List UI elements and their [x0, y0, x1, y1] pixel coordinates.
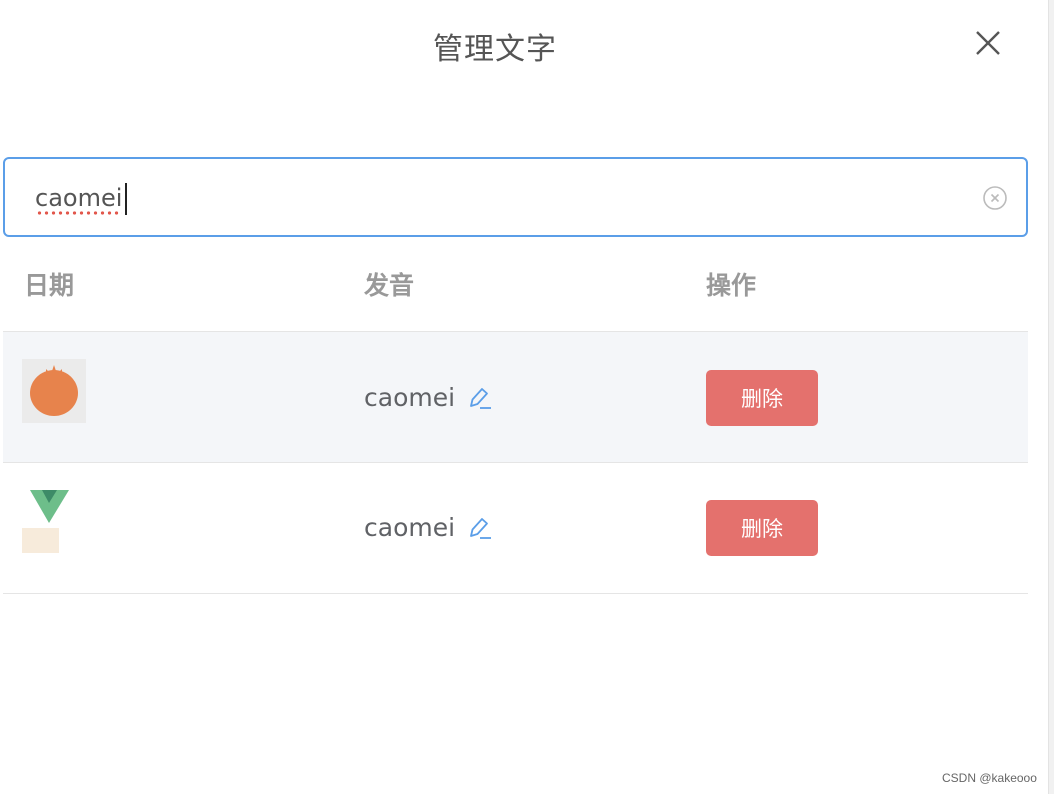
- delete-button[interactable]: 删除: [706, 500, 818, 556]
- close-icon[interactable]: [972, 27, 1004, 59]
- column-header-date: 日期: [24, 271, 75, 300]
- search-input[interactable]: [35, 179, 935, 217]
- window-scrollbar-edge: [1048, 0, 1054, 794]
- text-caret: [125, 183, 127, 215]
- spellcheck-underline: [36, 211, 122, 215]
- search-field[interactable]: [3, 157, 1028, 237]
- delete-button[interactable]: 删除: [706, 370, 818, 426]
- watermark-text: CSDN @kakeooo: [942, 771, 1037, 785]
- clear-icon[interactable]: [982, 185, 1008, 211]
- edit-icon[interactable]: [467, 515, 493, 541]
- vue-logo-icon: [22, 489, 86, 553]
- table-row: caomei 删除: [3, 331, 1028, 463]
- pronunciation-text: caomei: [364, 383, 456, 412]
- column-header-pronunciation: 发音: [364, 271, 415, 300]
- table-row: caomei 删除: [3, 463, 1028, 594]
- column-header-actions: 操作: [706, 271, 757, 300]
- pronunciation-text: caomei: [364, 513, 456, 542]
- dialog-title: 管理文字: [433, 32, 557, 67]
- pomegranate-icon: [22, 359, 86, 423]
- edit-icon[interactable]: [467, 385, 493, 411]
